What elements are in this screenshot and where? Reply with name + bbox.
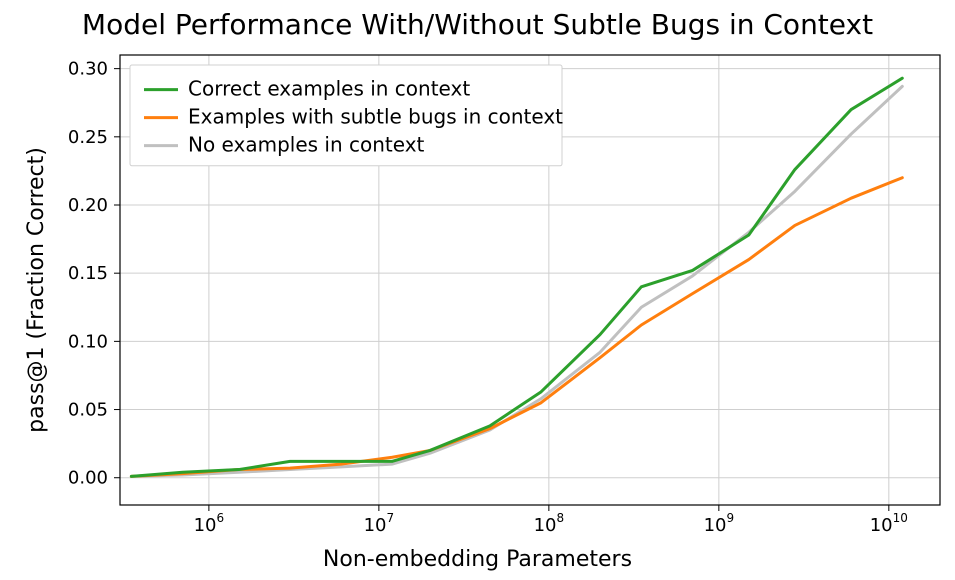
- x-tick-label: 108: [534, 511, 565, 536]
- y-tick-label: 0.00: [68, 468, 108, 489]
- x-tick-label: 1010: [870, 511, 908, 536]
- y-tick-label: 0.20: [68, 195, 108, 216]
- legend-label: No examples in context: [188, 133, 425, 157]
- legend-label: Examples with subtle bugs in context: [188, 105, 563, 129]
- y-axis-label: pass@1 (Fraction Correct): [24, 147, 49, 433]
- chart-svg: 0.000.050.100.150.200.250.30 10610710810…: [120, 55, 940, 505]
- y-tick-label: 0.05: [68, 400, 108, 421]
- x-tick-label: 106: [194, 511, 225, 536]
- legend-label: Correct examples in context: [188, 77, 470, 101]
- x-tick-label: 107: [364, 511, 395, 536]
- y-ticks: 0.00 0.05 0.10 0.15 0.20 0.25 0.30: [68, 59, 120, 489]
- legend: Correct examples in context Examples with…: [130, 65, 563, 166]
- plot-area: 0.000.050.100.150.200.250.30 10610710810…: [120, 55, 940, 505]
- y-tick-label: 0.25: [68, 127, 108, 148]
- x-axis-label: Non-embedding Parameters: [0, 547, 955, 572]
- y-tick-label: 0.10: [68, 331, 108, 352]
- series-line: [131, 178, 902, 477]
- y-tick-label: 0.15: [68, 263, 108, 284]
- x-ticks: 106 107 108 109 1010: [194, 505, 908, 536]
- figure: Model Performance With/Without Subtle Bu…: [0, 0, 955, 580]
- x-tick-label: 109: [704, 511, 735, 536]
- chart-title: Model Performance With/Without Subtle Bu…: [0, 8, 955, 41]
- y-tick-label: 0.30: [68, 59, 108, 80]
